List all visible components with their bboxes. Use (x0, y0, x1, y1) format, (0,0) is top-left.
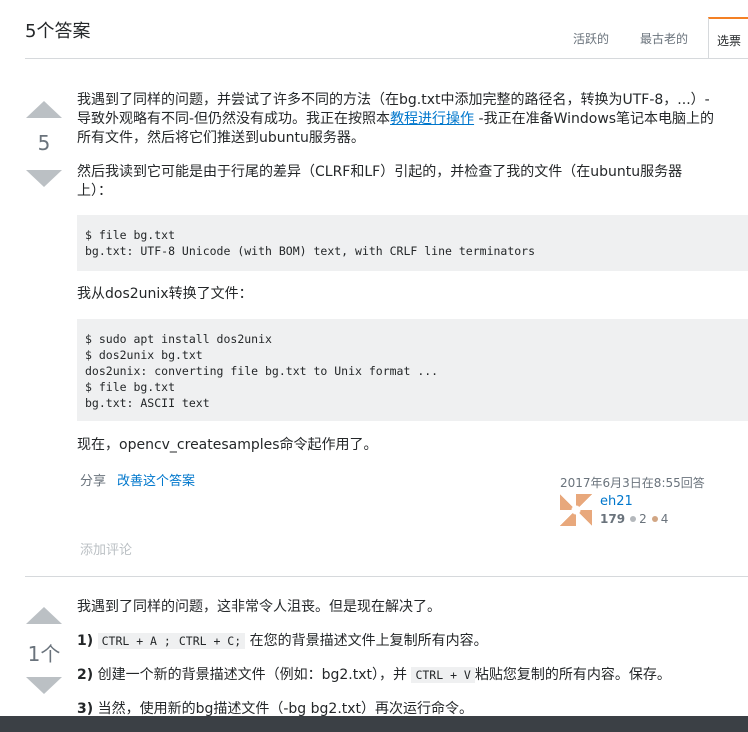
avatar[interactable] (560, 494, 592, 526)
answer-paragraph: 现在，opencv_createsamples命令起作用了。 (77, 437, 378, 453)
step-2: 2) 创建一个新的背景描述文件（例如：bg2.txt），并 CTRL + V 粘贴… (77, 666, 671, 685)
step-number: 2) (77, 667, 94, 683)
header-divider (25, 58, 748, 59)
step-number: 3) (77, 701, 94, 717)
answer-paragraph: 我遇到了同样的问题，并尝试了许多不同的方法（在bg.txt中添加完整的路径名，转… (77, 91, 714, 148)
bottom-bar (0, 716, 748, 732)
shortcut-code: CTRL + V (411, 667, 475, 683)
silver-badge-icon (630, 516, 637, 522)
add-comment-link[interactable]: 添加评论 (80, 539, 132, 558)
text-line: 我遇到了同样的问题，并尝试了许多不同的方法（在bg.txt中添加完整的路径名，转… (77, 92, 710, 108)
vote-count: 5 (37, 131, 51, 155)
tutorial-link[interactable]: 教程进行操作 (390, 111, 474, 127)
vote-count: 1个 (27, 642, 61, 666)
silver-badge-count: 2 (639, 512, 647, 526)
user-reputation: 179 2 4 (600, 512, 668, 526)
shortcut-code: CTRL + C; (174, 633, 246, 649)
step-number: 1) (77, 633, 94, 649)
bronze-badge-count: 4 (660, 512, 669, 526)
downvote-icon[interactable] (26, 170, 62, 187)
shortcut-code: CTRL + A ; (97, 633, 175, 649)
upvote-icon[interactable] (26, 101, 62, 118)
text-line: 导致外观略有不同-但仍然没有成功。我正在按照本教程进行操作 -我正在准备Wind… (77, 110, 714, 129)
user-name[interactable]: eh21 (600, 494, 633, 509)
tab-active[interactable]: 活跃的 (573, 30, 609, 47)
improve-answer-link[interactable]: 改善这个答案 (117, 470, 195, 489)
text-line: 然后我读到它可能是由于行尾的差异（CLRF和LF）引起的，并检查了我的文件（在u… (77, 164, 683, 180)
share-link[interactable]: 分享 (80, 470, 106, 489)
tab-votes[interactable]: 选票 (708, 17, 748, 59)
sort-tabs: 活跃的 最古老的 选票 (560, 17, 748, 59)
bronze-badge-icon (651, 516, 658, 522)
reputation-score: 179 (600, 512, 626, 526)
text-line: 上）： (77, 183, 112, 199)
step-1: 1) CTRL + A ; CTRL + C; 在您的背景描述文件上复制所有内容。 (77, 632, 488, 651)
code-block: $ sudo apt install dos2unix $ dos2unix b… (77, 319, 748, 421)
text: 当然，使用新的bg描述文件（-bg bg2.txt）再次运行命令。 (97, 701, 474, 717)
answer-paragraph: 我遇到了同样的问题，这非常令人沮丧。但是现在解决了。 (77, 599, 441, 615)
text: 在您的背景描述文件上复制所有内容。 (249, 633, 488, 649)
downvote-icon[interactable] (26, 677, 62, 694)
text: 导致外观略有不同-但仍然没有成功。我正在按照本 (77, 111, 391, 127)
upvote-icon[interactable] (26, 607, 62, 624)
tab-oldest[interactable]: 最古老的 (640, 30, 688, 47)
code-block: $ file bg.txt bg.txt: UTF-8 Unicode (wit… (77, 215, 748, 271)
text: 粘贴您复制的所有内容。保存。 (474, 667, 671, 683)
answered-time: 2017年6月3日在8:55回答 (560, 476, 705, 490)
text-line: 所有文件，然后将它们推送到ubuntu服务器。 (77, 130, 365, 146)
text: 创建一个新的背景描述文件（例如：bg2.txt），并 (97, 667, 407, 683)
answers-count-title: 5个答案 (25, 21, 91, 42)
answer-paragraph: 然后我读到它可能是由于行尾的差异（CLRF和LF）引起的，并检查了我的文件（在u… (77, 163, 682, 201)
answer-paragraph: 我从dos2unix转换了文件： (77, 286, 253, 302)
answer-divider (25, 576, 748, 577)
text: -我正在准备Windows笔记本电脑上的 (478, 111, 715, 127)
